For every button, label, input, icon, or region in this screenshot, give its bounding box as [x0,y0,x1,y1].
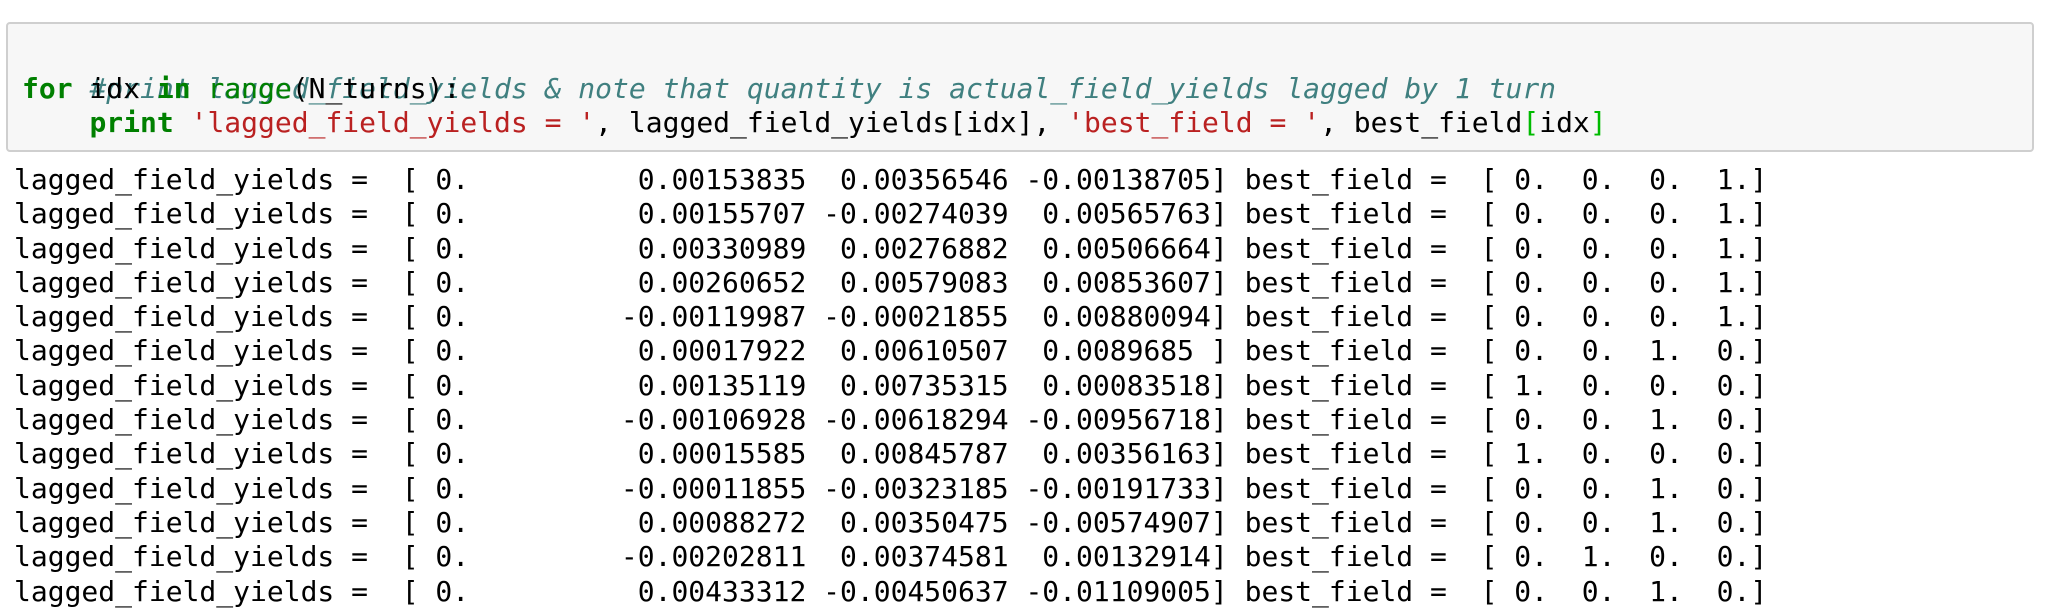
output-line: lagged_field_yields = [ 0. 0.00153835 0.… [14,163,1768,196]
keyword-in: in [156,72,191,105]
string-literal-lagged: 'lagged_field_yields = ' [190,106,596,139]
code-line-for: for idx in range(N_turns): [22,72,460,106]
output-line: lagged_field_yields = [ 0. 0.00135119 0.… [14,368,1768,402]
matching-bracket-open: [ [1522,106,1540,139]
index-variable: idx [1539,106,1590,139]
cell-output: lagged_field_yields = [ 0. 0.00153835 0.… [14,163,2044,609]
output-line: lagged_field_yields = [ 0. 0.00433312 -0… [14,574,1768,608]
output-line: lagged_field_yields = [ 0. -0.00202811 0… [14,540,1768,574]
builtin-range: range [207,72,292,105]
code-line-print: print 'lagged_field_yields = ', lagged_f… [22,106,1607,140]
output-line: lagged_field_yields = [ 0. -0.00106928 -… [14,403,1768,437]
keyword-for: for [22,72,73,105]
code-input-cell[interactable]: #print lagged_field_yields & note that q… [6,22,2034,152]
output-line: lagged_field_yields = [ 0. 0.00330989 0.… [14,231,1768,265]
loop-variable: idx [72,72,157,105]
output-line: lagged_field_yields = [ 0. 0.00088272 0.… [14,505,1768,539]
range-args: (N_turns): [291,72,461,105]
string-literal-best: 'best_field = ' [1067,106,1321,139]
output-line: lagged_field_yields = [ 0. -0.00011855 -… [14,471,1768,505]
output-line: lagged_field_yields = [ 0. 0.00155707 -0… [14,197,1768,231]
code-args: , lagged_field_yields[idx], [595,106,1068,139]
output-line: lagged_field_yields = [ 0. 0.00260652 0.… [14,265,1768,299]
keyword-print: print [89,106,174,139]
output-line: lagged_field_yields = [ 0. -0.00119987 -… [14,300,1768,334]
output-line: lagged_field_yields = [ 0. 0.00015585 0.… [14,437,1768,471]
code-tail: , best_field [1320,106,1523,139]
matching-bracket-close: ] [1589,106,1607,139]
output-line: lagged_field_yields = [ 0. 0.00017922 0.… [14,334,1768,368]
